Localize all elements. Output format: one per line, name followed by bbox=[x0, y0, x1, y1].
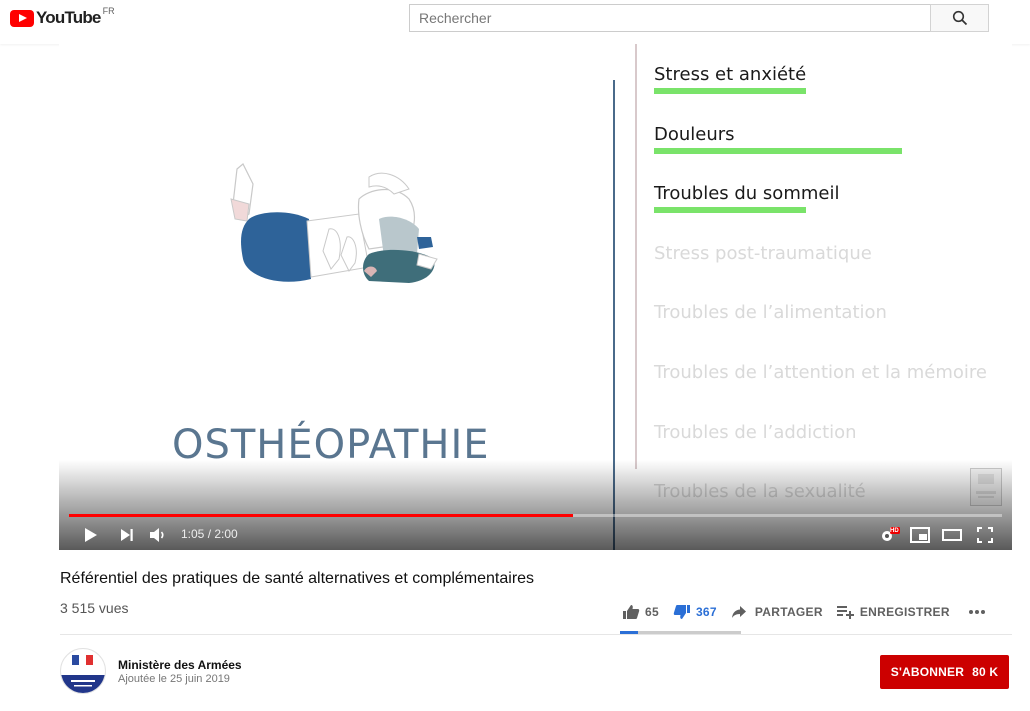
fullscreen-button[interactable] bbox=[974, 525, 996, 545]
progress-bar[interactable] bbox=[69, 514, 1002, 517]
like-button[interactable]: 65 bbox=[622, 604, 659, 620]
subscriber-count: 80 K bbox=[972, 665, 999, 679]
topic-label: Stress et anxiété bbox=[654, 64, 807, 85]
more-horiz-icon bbox=[968, 610, 985, 614]
youtube-play-icon bbox=[10, 9, 34, 27]
masthead: YouTube FR bbox=[0, 0, 1030, 44]
search-icon bbox=[952, 10, 967, 26]
topic-level-bar bbox=[654, 147, 902, 154]
divider bbox=[60, 634, 1012, 635]
settings-button[interactable]: HD bbox=[877, 525, 901, 545]
miniplayer-icon bbox=[910, 527, 930, 543]
osteopathy-illustration bbox=[230, 163, 438, 283]
video-player[interactable]: OSTHÉOPATHIE Stress et anxiété Douleurs Tr… bbox=[59, 44, 1012, 550]
dislike-count: 367 bbox=[695, 605, 717, 619]
topic-level-bar bbox=[654, 207, 806, 214]
hd-badge: HD bbox=[890, 528, 899, 534]
search-box bbox=[409, 4, 989, 32]
like-count: 65 bbox=[645, 605, 659, 619]
subscribe-button[interactable]: S'ABONNER 80 K bbox=[880, 655, 1009, 689]
share-label: PARTAGER bbox=[754, 605, 823, 619]
volume-icon bbox=[150, 528, 164, 542]
volume-button[interactable] bbox=[147, 525, 169, 545]
thumbs-down-icon bbox=[673, 605, 690, 619]
search-input[interactable] bbox=[409, 4, 930, 32]
save-label: ENREGISTRER bbox=[859, 605, 950, 619]
theater-icon bbox=[942, 529, 962, 541]
progress-played bbox=[69, 514, 573, 517]
topic-label: Troubles de l’addiction bbox=[654, 421, 857, 443]
topic-level-bar bbox=[654, 88, 806, 94]
next-button[interactable] bbox=[117, 525, 137, 545]
share-button[interactable]: PARTAGER bbox=[731, 605, 823, 619]
topic-label: Troubles de l’alimentation bbox=[654, 302, 887, 324]
fullscreen-icon bbox=[977, 527, 993, 543]
topic-label: Stress post-traumatique bbox=[654, 242, 872, 264]
share-icon bbox=[731, 606, 746, 618]
subscribe-label: S'ABONNER bbox=[890, 665, 965, 679]
miniplayer-button[interactable] bbox=[909, 525, 931, 545]
play-icon bbox=[85, 528, 97, 542]
skip-next-icon bbox=[121, 529, 133, 541]
publish-date: Ajoutée le 25 juin 2019 bbox=[118, 673, 230, 685]
topic-label: Troubles du sommeil bbox=[654, 183, 840, 205]
divider-line-secondary bbox=[635, 44, 637, 469]
more-actions-button[interactable] bbox=[968, 609, 986, 615]
topic-label: Douleurs bbox=[654, 123, 735, 145]
action-bar: 65 367 PARTAGER ENREGISTRER bbox=[622, 600, 1000, 624]
video-title: Référentiel des pratiques de santé alter… bbox=[60, 570, 535, 587]
playlist-add-icon bbox=[836, 606, 854, 619]
topic-label: Troubles de l’attention et la mémoire bbox=[654, 362, 987, 383]
theater-mode-button[interactable] bbox=[941, 525, 963, 545]
time-display: 1:05 / 2:00 bbox=[181, 527, 238, 541]
youtube-logo[interactable]: YouTube FR bbox=[10, 6, 115, 28]
view-count: 3 515 vues bbox=[60, 600, 129, 616]
play-button[interactable] bbox=[81, 525, 101, 545]
save-button[interactable]: ENREGISTRER bbox=[836, 605, 950, 619]
dislike-button[interactable]: 367 bbox=[673, 604, 717, 620]
thumbs-up-icon bbox=[623, 605, 640, 619]
channel-avatar[interactable] bbox=[60, 648, 106, 694]
channel-name[interactable]: Ministère des Armées bbox=[118, 658, 242, 672]
search-button[interactable] bbox=[930, 4, 989, 32]
logo-text: YouTube bbox=[36, 8, 101, 27]
region-code: FR bbox=[102, 6, 115, 16]
